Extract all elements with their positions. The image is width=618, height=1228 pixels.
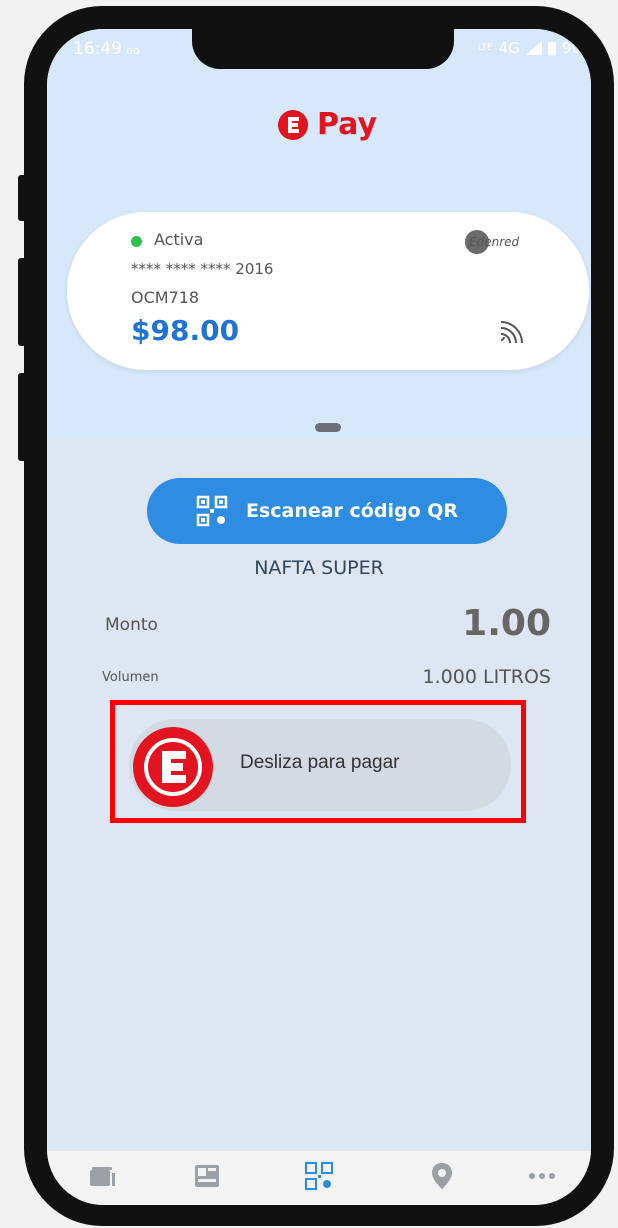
phone-notch xyxy=(192,29,454,69)
drag-handle[interactable] xyxy=(315,423,341,432)
edenred-card-logo: Edenred xyxy=(465,230,519,254)
bottom-tab-bar xyxy=(47,1151,591,1205)
highlight-annotation-box xyxy=(110,700,526,823)
status-bar-time: 16:49 oo xyxy=(73,39,139,59)
battery-icon xyxy=(547,42,556,55)
scan-qr-label: Escanear código QR xyxy=(245,500,459,522)
more-dots-icon[interactable] xyxy=(527,1161,557,1191)
status-time-text: 16:49 xyxy=(73,39,122,59)
app-screen: 16:49 oo LTE 4G 90 Pay Activa **** **** … xyxy=(47,29,591,1205)
amount-value: 1.00 xyxy=(462,603,551,644)
edenred-logo-text: Edenred xyxy=(469,235,520,249)
card-area: 16:49 oo LTE 4G 90 Pay Activa **** **** … xyxy=(47,29,591,439)
brand-name: Pay xyxy=(317,107,378,142)
network-indicator: 4G xyxy=(498,39,520,57)
cards-icon[interactable] xyxy=(87,1161,117,1191)
location-pin-icon[interactable] xyxy=(427,1161,457,1191)
receipts-icon[interactable] xyxy=(192,1161,222,1191)
payment-card[interactable]: Activa **** **** **** 2016 OCM718 $98.00… xyxy=(67,212,589,370)
lte-indicator: LTE xyxy=(477,42,493,53)
signal-icon xyxy=(525,41,542,55)
contactless-icon xyxy=(500,321,523,344)
card-number: **** **** **** 2016 xyxy=(131,260,274,278)
status-extra: oo xyxy=(126,44,140,57)
qr-code-icon xyxy=(196,495,228,527)
amount-label: Monto xyxy=(105,615,158,635)
app-brand: Pay xyxy=(277,107,377,142)
card-plate: OCM718 xyxy=(131,288,200,307)
volume-label: Volumen xyxy=(102,670,159,685)
volume-value: 1.000 LITROS xyxy=(422,666,551,688)
scan-qr-button[interactable]: Escanear código QR xyxy=(147,478,507,544)
status-bar-right: LTE 4G 90 xyxy=(478,39,581,57)
phone-frame: 16:49 oo LTE 4G 90 Pay Activa **** **** … xyxy=(24,6,614,1226)
card-balance: $98.00 xyxy=(131,314,240,347)
product-name: NAFTA SUPER xyxy=(254,557,384,579)
card-status: Activa xyxy=(154,230,204,249)
edenred-logo-icon xyxy=(278,109,308,140)
active-status-dot xyxy=(131,236,142,247)
qr-icon[interactable] xyxy=(304,1161,334,1191)
battery-level: 90 xyxy=(561,39,581,57)
